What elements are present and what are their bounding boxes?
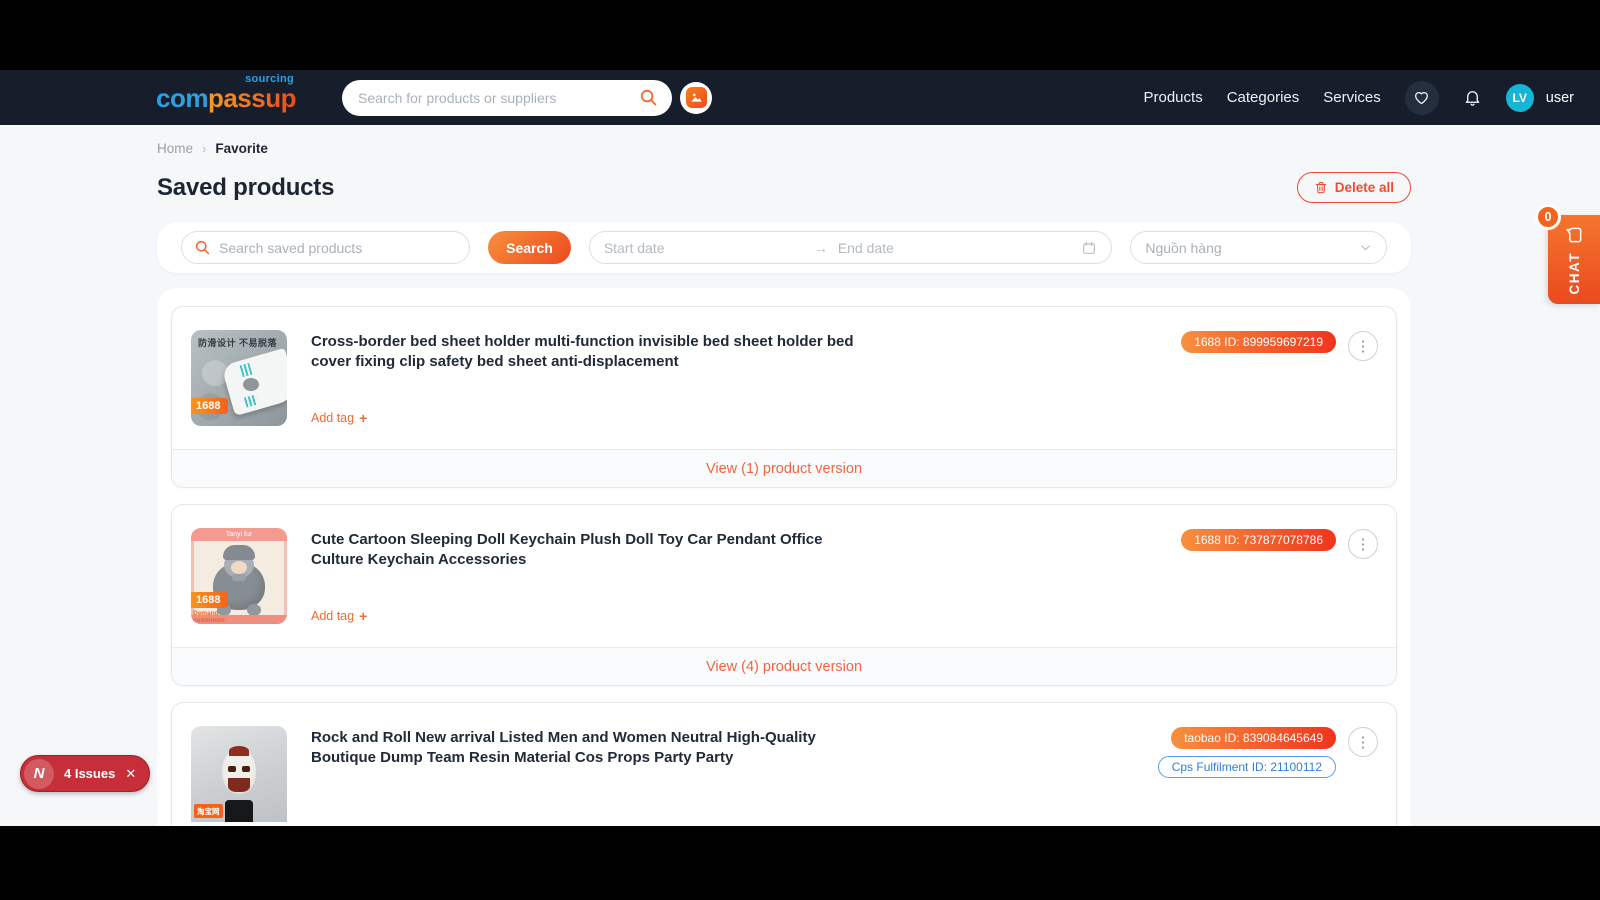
page-content: Home › Favorite Saved products Delete al… bbox=[0, 125, 1600, 826]
saved-products-search-input[interactable] bbox=[219, 239, 458, 256]
image-icon bbox=[685, 87, 707, 108]
product-id-badge[interactable]: 1688 ID: 899959697219 bbox=[1181, 331, 1336, 353]
product-image-caption: 防滑设计 不易脱落 bbox=[198, 338, 278, 348]
page-title: Saved products bbox=[157, 173, 335, 201]
top-letterbox-bar bbox=[0, 0, 1600, 70]
saved-products-list: 防滑设计 不易脱落 1688 Cross-border bed sheet ho… bbox=[157, 288, 1411, 826]
favorites-heart-button[interactable] bbox=[1404, 80, 1439, 115]
chevron-down-icon bbox=[1361, 245, 1370, 251]
cps-fulfilment-badge[interactable]: Cps Fulfilment ID: 21100112 bbox=[1157, 756, 1336, 778]
product-title[interactable]: Cross-border bed sheet holder multi-func… bbox=[311, 332, 856, 372]
product-id-badge[interactable]: 1688 ID: 737877078786 bbox=[1181, 529, 1336, 551]
chat-bubble-icon bbox=[1566, 227, 1582, 243]
plus-icon: + bbox=[359, 608, 368, 624]
calendar-icon bbox=[1083, 241, 1096, 254]
product-card: 淘宝网 Rock and Roll New arrival Listed Men… bbox=[171, 702, 1397, 826]
product-image[interactable]: 防滑设计 不易脱落 1688 bbox=[191, 330, 287, 426]
logo-wordmark: compassup bbox=[156, 82, 297, 113]
delete-all-label: Delete all bbox=[1334, 180, 1394, 195]
more-options-button[interactable]: ⋮ bbox=[1348, 529, 1378, 559]
chevron-right-icon: › bbox=[202, 141, 207, 156]
search-button[interactable]: Search bbox=[488, 231, 571, 264]
image-search-button[interactable] bbox=[680, 81, 712, 114]
saved-products-search-box bbox=[181, 231, 471, 264]
breadcrumb-home[interactable]: Home bbox=[157, 141, 193, 156]
search-icon bbox=[195, 240, 210, 255]
issues-n-icon: N bbox=[24, 758, 54, 789]
product-id-badge[interactable]: taobao ID: 839084645649 bbox=[1171, 727, 1336, 749]
heart-icon bbox=[1415, 92, 1429, 105]
chat-unread-badge: 0 bbox=[1535, 204, 1561, 230]
product-image[interactable]: Tanyi fur 1688 Demand customize bbox=[191, 528, 287, 624]
chat-widget-button[interactable]: 0 CHAT bbox=[1535, 204, 1600, 304]
more-options-button[interactable]: ⋮ bbox=[1348, 727, 1378, 757]
card-footer: View (1) product version bbox=[172, 449, 1396, 487]
ellipsis-icon: ⋮ bbox=[1355, 337, 1371, 355]
add-tag-button[interactable]: Add tag + bbox=[311, 608, 367, 624]
source-select[interactable]: Nguồn hàng bbox=[1130, 231, 1387, 264]
filter-bar: Search → Nguồn hàng bbox=[157, 222, 1411, 273]
notifications-bell-button[interactable] bbox=[1463, 88, 1482, 107]
source-1688-badge: 1688 bbox=[191, 398, 229, 414]
product-image[interactable]: 淘宝网 bbox=[191, 726, 287, 822]
end-date-input[interactable] bbox=[837, 239, 1038, 256]
compassup-logo[interactable]: sourcing compassup bbox=[156, 73, 297, 113]
breadcrumb-current: Favorite bbox=[215, 141, 268, 156]
delete-all-button[interactable]: Delete all bbox=[1296, 172, 1411, 203]
navbar-right: Products Categories Services LV user bbox=[1144, 80, 1574, 115]
source-select-value: Nguồn hàng bbox=[1145, 239, 1222, 256]
card-footer: View (4) product version bbox=[172, 647, 1396, 685]
product-image-label: Tanyi fur bbox=[191, 528, 287, 541]
plus-icon: + bbox=[359, 410, 368, 426]
more-options-button[interactable]: ⋮ bbox=[1348, 331, 1378, 361]
date-range-picker[interactable]: → bbox=[588, 231, 1113, 264]
bell-icon bbox=[1465, 91, 1480, 106]
source-taobao-badge: 淘宝网 bbox=[194, 804, 223, 818]
search-icon[interactable] bbox=[639, 88, 658, 107]
chat-label: CHAT bbox=[1566, 251, 1582, 295]
issues-count-label: 4 Issues bbox=[64, 766, 116, 781]
view-product-version-link[interactable]: View (4) product version bbox=[706, 659, 862, 675]
ellipsis-icon: ⋮ bbox=[1355, 535, 1371, 553]
product-card: Tanyi fur 1688 Demand customize Cute Car… bbox=[171, 504, 1397, 686]
user-avatar[interactable]: LV bbox=[1505, 83, 1534, 112]
nav-link-categories[interactable]: Categories bbox=[1227, 89, 1300, 106]
product-title[interactable]: Rock and Roll New arrival Listed Men and… bbox=[311, 728, 856, 768]
global-search-input[interactable] bbox=[358, 89, 639, 106]
start-date-input[interactable] bbox=[603, 239, 804, 256]
global-search-box bbox=[342, 79, 672, 116]
add-tag-button[interactable]: Add tag + bbox=[311, 410, 367, 426]
username-label[interactable]: user bbox=[1546, 90, 1574, 106]
devtools-issues-widget[interactable]: N 4 Issues ✕ bbox=[20, 755, 151, 792]
bottom-letterbox-bar bbox=[0, 826, 1600, 900]
page-header: Saved products Delete all bbox=[157, 172, 1411, 203]
source-1688-badge: 1688 bbox=[191, 592, 229, 608]
main-navbar: sourcing compassup Products Categories S… bbox=[0, 70, 1600, 125]
nav-link-services[interactable]: Services bbox=[1323, 89, 1381, 106]
product-card: 防滑设计 不易脱落 1688 Cross-border bed sheet ho… bbox=[171, 306, 1397, 488]
close-icon[interactable]: ✕ bbox=[125, 766, 136, 782]
view-product-version-link[interactable]: View (1) product version bbox=[706, 461, 862, 477]
range-arrow-icon: → bbox=[813, 239, 828, 256]
product-image-note: Demand customize bbox=[193, 610, 225, 624]
trash-icon bbox=[1315, 182, 1326, 194]
product-title[interactable]: Cute Cartoon Sleeping Doll Keychain Plus… bbox=[311, 530, 856, 570]
logo-tagline: sourcing bbox=[245, 72, 294, 85]
nav-link-products[interactable]: Products bbox=[1144, 89, 1203, 106]
ellipsis-icon: ⋮ bbox=[1355, 733, 1371, 751]
breadcrumb: Home › Favorite bbox=[157, 125, 1411, 156]
